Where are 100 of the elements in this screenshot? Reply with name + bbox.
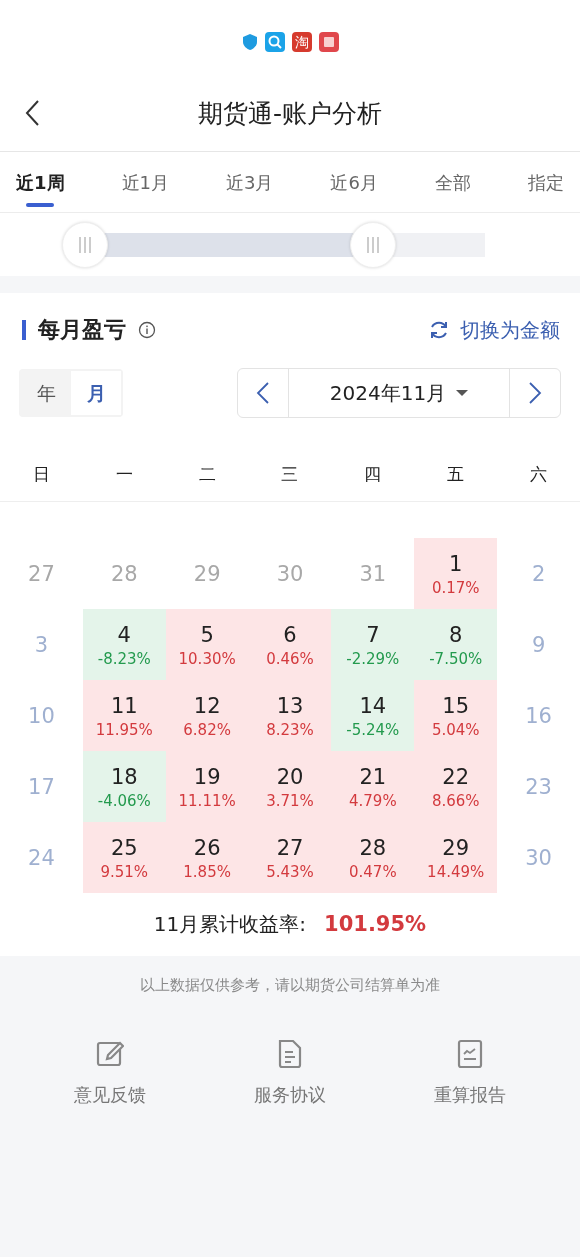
day-return: 0.46% [266,648,314,669]
day-return: 10.30% [178,648,236,669]
day-return: 6.82% [183,719,231,740]
day-number: 6 [283,621,297,649]
day-number: 5 [200,621,214,649]
search-icon [264,32,285,52]
day-return: -7.50% [429,648,483,669]
edit-icon [96,1039,124,1069]
tab[interactable]: 近1月 [111,157,179,207]
day-cell[interactable]: 29 14.49% [414,822,498,893]
day-return: 0.17% [431,577,480,598]
day-return: -5.24% [346,719,400,740]
day-cell[interactable]: 27 5.43% [248,822,332,893]
action-button[interactable]: 服务协议 [225,1039,355,1107]
weekday-label: 六 [530,463,548,484]
day-number: 1 [449,550,463,578]
day-cell[interactable]: 19 11.11% [165,751,249,822]
day-cell[interactable]: 13 8.23% [248,680,332,751]
day-cell[interactable]: 25 9.51% [82,822,166,893]
chart-document-icon [456,1039,484,1069]
slider-handle[interactable] [350,221,396,268]
weekday-label: 日 [32,463,50,484]
tab[interactable]: 全部 [424,157,481,207]
day-number: 27 [276,834,304,862]
day-return: 8.66% [431,790,480,811]
day-return: -2.29% [346,648,400,669]
app-icon[interactable]: 淘 [291,32,312,52]
day-number: 7 [366,621,380,649]
day-number: 14 [359,692,387,720]
day-number: 4 [117,621,131,649]
day-cell[interactable]: 1 0.17% [414,538,498,609]
chevron-left-icon[interactable] [256,381,270,405]
tab[interactable]: 近3月 [216,157,284,207]
weekday-label: 三 [281,463,299,484]
tab[interactable]: 近6月 [320,157,388,207]
document-icon [276,1039,304,1069]
day-return: 1.85% [183,861,231,882]
day-return: 5.04% [431,719,480,740]
day-number: 20 [276,763,304,791]
day-return: 0.47% [349,861,397,882]
day-return: 11.11% [178,790,236,811]
chevron-right-icon[interactable] [528,381,542,405]
day-return: 9.51% [100,861,149,882]
day-return: 5.43% [266,861,314,882]
day-cell[interactable]: 20 3.71% [248,751,332,822]
day-number: 25 [110,834,138,862]
slider-handle[interactable] [62,221,108,268]
weekday-label: 五 [447,463,465,484]
refresh-icon [428,319,450,341]
day-return: -4.06% [97,790,151,811]
segment[interactable]: 月 [71,371,121,415]
summary-value: 101.95% [324,912,427,936]
day-cell[interactable]: 12 6.82% [165,680,249,751]
day-cell[interactable]: 26 1.85% [165,822,249,893]
day-number: 29 [442,834,470,862]
day-number: 26 [193,834,221,862]
accent-bar [22,320,26,340]
tab[interactable]: 近1周 [6,157,75,207]
weekday-label: 一 [115,463,133,484]
action-button[interactable]: 重算报告 [405,1039,535,1107]
disclaimer-text: 以上数据仅供参考，请以期货公司结算单为准 [139,976,441,995]
day-number: 8 [449,621,463,649]
month-value[interactable]: 2024年11月 [329,379,447,407]
day-number: 12 [193,692,221,720]
weekday-label: 二 [198,463,216,484]
day-return: 3.71% [266,790,314,811]
day-cell[interactable]: 6 0.46% [248,609,332,680]
day-cell[interactable]: 18 -4.06% [82,751,166,822]
section-title: 每月盈亏 [38,316,126,344]
day-cell[interactable]: 21 4.79% [331,751,415,822]
day-cell[interactable]: 15 5.04% [414,680,498,751]
day-cell[interactable]: 14 -5.24% [331,680,415,751]
caret-icon [456,389,469,397]
day-cell[interactable]: 28 0.47% [331,822,415,893]
day-return: 8.23% [266,719,314,740]
day-number: 21 [359,763,387,791]
day-cell[interactable]: 4 -8.23% [82,609,166,680]
day-cell[interactable]: 8 -7.50% [414,609,498,680]
day-number: 18 [110,763,138,791]
day-number: 13 [276,692,304,720]
tab[interactable]: 指定 [517,157,574,207]
summary-label: 11月累计收益率: [153,911,307,938]
day-number: 11 [110,692,138,720]
day-return: 14.49% [427,861,485,882]
day-cell[interactable]: 7 -2.29% [331,609,415,680]
day-cell[interactable]: 22 8.66% [414,751,498,822]
switch-link[interactable]: 切换为金额 [460,316,560,344]
day-number: 15 [442,692,470,720]
action-button[interactable]: 意见反馈 [45,1039,175,1107]
day-number: 19 [193,763,221,791]
shield-icon [241,33,258,51]
page-title: 期货通-账户分析 [198,97,382,130]
back-icon[interactable] [24,99,40,127]
day-cell[interactable]: 11 11.95% [82,680,166,751]
segment[interactable]: 年 [21,371,71,415]
day-number: 28 [359,834,387,862]
day-return: -8.23% [97,648,151,669]
day-return: 11.95% [95,719,153,740]
day-cell[interactable]: 5 10.30% [165,609,249,680]
day-number: 22 [442,763,470,791]
